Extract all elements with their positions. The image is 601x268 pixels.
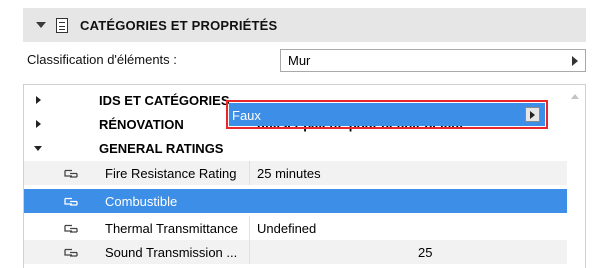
- classification-select[interactable]: Mur: [280, 49, 586, 72]
- column-divider: [249, 216, 250, 240]
- property-name: Fire Resistance Rating: [105, 165, 237, 181]
- property-value-selected: Faux: [232, 108, 261, 123]
- expand-arrow-icon[interactable]: [36, 96, 41, 104]
- property-name: Thermal Transmittance: [105, 220, 238, 236]
- panel-header[interactable]: CATÉGORIES ET PROPRIÉTÉS: [23, 8, 586, 42]
- value-editor-field[interactable]: Faux: [229, 103, 545, 126]
- value-dropdown-button[interactable]: [525, 107, 540, 122]
- property-name: Combustible: [105, 193, 178, 209]
- column-divider: [249, 161, 250, 185]
- link-icon: [64, 197, 78, 206]
- property-value[interactable]: 25 minutes: [257, 166, 321, 181]
- expand-arrow-icon[interactable]: [36, 120, 41, 128]
- value-editor-highlight[interactable]: Faux: [226, 100, 548, 129]
- scroll-up-icon[interactable]: [571, 94, 579, 99]
- property-row[interactable]: Thermal Transmittance Undefined: [24, 216, 567, 240]
- link-icon: [64, 169, 78, 178]
- category-name: RÉNOVATION: [99, 116, 184, 132]
- category-row-general-ratings[interactable]: GENERAL RATINGS: [24, 136, 567, 160]
- category-name: GENERAL RATINGS: [99, 140, 224, 156]
- play-arrow-icon: [530, 111, 535, 119]
- link-icon: [64, 224, 78, 233]
- property-row-selected[interactable]: Combustible: [24, 189, 567, 213]
- property-value[interactable]: 25: [418, 245, 432, 260]
- property-row[interactable]: Fire Resistance Rating 25 minutes: [24, 161, 567, 185]
- classification-label: Classification d'éléments :: [27, 52, 177, 67]
- link-icon: [64, 248, 78, 257]
- classification-value: Mur: [288, 53, 311, 68]
- properties-panel-icon: [56, 17, 68, 33]
- property-name: Sound Transmission ...: [105, 244, 238, 260]
- dropdown-arrow-icon[interactable]: [572, 56, 578, 66]
- column-divider: [249, 240, 250, 264]
- collapse-arrow-icon[interactable]: [34, 145, 42, 151]
- property-row[interactable]: Sound Transmission ... 25: [24, 240, 567, 264]
- panel-title: CATÉGORIES ET PROPRIÉTÉS: [80, 17, 278, 33]
- property-value[interactable]: Undefined: [257, 221, 316, 236]
- category-name: IDS ET CATÉGORIES: [99, 92, 230, 108]
- chevron-down-icon[interactable]: [36, 22, 46, 28]
